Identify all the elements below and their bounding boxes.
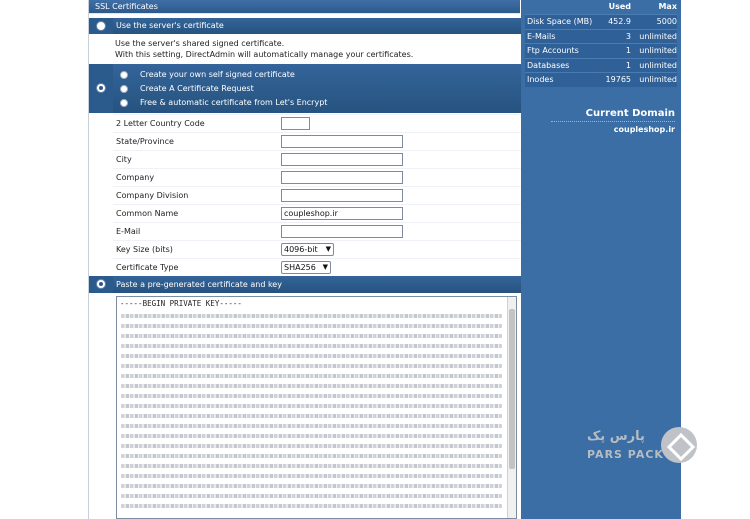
key-size-label: Key Size (bits) <box>116 245 173 254</box>
cert-request-option[interactable]: Create A Certificate Request <box>116 81 521 95</box>
country-row: 2 Letter Country Code <box>113 114 521 132</box>
usage-header: Used Max <box>525 0 677 14</box>
radio-cell <box>89 64 113 113</box>
state-input[interactable] <box>281 135 403 148</box>
server-cert-radio[interactable] <box>96 21 106 31</box>
radio-cell <box>89 276 113 293</box>
max-header: Max <box>658 2 677 11</box>
usage-row: E-Mails 3 unlimited <box>525 28 677 43</box>
company-row: Company <box>113 168 521 186</box>
common-name-input[interactable]: coupleshop.ir <box>281 207 403 220</box>
usage-row: Databases 1 unlimited <box>525 57 677 72</box>
textarea-first-line: -----BEGIN PRIVATE KEY----- <box>120 299 242 308</box>
server-cert-desc-1: Use the server's shared signed certifica… <box>115 39 285 48</box>
current-domain-title: Current Domain <box>585 108 675 119</box>
certificate-textarea[interactable]: -----BEGIN PRIVATE KEY----- <box>116 296 517 519</box>
create-group-radio[interactable] <box>96 83 106 93</box>
division-label: Company Division <box>116 191 189 200</box>
watermark-fa: پارس پک <box>587 429 645 444</box>
server-cert-label: Use the server's certificate <box>113 18 521 34</box>
division-input[interactable] <box>281 189 403 202</box>
self-signed-radio[interactable] <box>120 71 128 79</box>
scroll-thumb[interactable] <box>509 309 515 469</box>
used-header: Used <box>608 2 631 11</box>
division-row: Company Division <box>113 186 521 204</box>
lets-encrypt-radio[interactable] <box>120 99 128 107</box>
option-server-certificate: Use the server's certificate Use the ser… <box>89 15 521 63</box>
country-input[interactable] <box>281 117 310 130</box>
usage-row: Inodes 19765 unlimited <box>525 72 677 87</box>
common-name-row: Common Name coupleshop.ir <box>113 204 521 222</box>
usage-table: Used Max Disk Space (MB) 452.9 5000 E-Mail… <box>525 0 677 87</box>
key-size-value: 4096-bit <box>284 245 318 254</box>
current-domain-value[interactable]: coupleshop.ir <box>614 125 675 134</box>
common-name-label: Common Name <box>116 209 179 218</box>
cert-type-label: Certificate Type <box>116 263 179 272</box>
email-row: E-Mail <box>113 222 521 240</box>
key-size-row: Key Size (bits) 4096-bit ▼ <box>113 240 521 258</box>
city-input[interactable] <box>281 153 403 166</box>
country-label: 2 Letter Country Code <box>116 119 205 128</box>
self-signed-option[interactable]: Create your own self signed certificate <box>116 67 521 81</box>
section-title: SSL Certificates <box>89 0 520 14</box>
textarea-scrollbar[interactable] <box>507 297 516 518</box>
parspack-logo-icon <box>661 427 697 463</box>
chevron-down-icon: ▼ <box>322 263 328 271</box>
cert-type-value: SHA256 <box>284 263 316 272</box>
cert-request-label: Create A Certificate Request <box>140 83 254 93</box>
city-label: City <box>116 155 132 164</box>
key-size-select[interactable]: 4096-bit ▼ <box>281 243 334 256</box>
create-options: Create your own self signed certificate … <box>113 64 521 113</box>
self-signed-label: Create your own self signed certificate <box>140 69 295 79</box>
option-create-group: Create your own self signed certificate … <box>89 64 521 113</box>
lets-encrypt-option[interactable]: Free & automatic certificate from Let's … <box>116 95 521 109</box>
paste-radio[interactable] <box>96 279 106 289</box>
usage-row: Ftp Accounts 1 unlimited <box>525 43 677 58</box>
lets-encrypt-label: Free & automatic certificate from Let's … <box>140 97 328 107</box>
server-cert-desc-2: With this setting, DirectAdmin will auto… <box>115 50 414 59</box>
paste-label: Paste a pre-generated certificate and ke… <box>113 276 521 293</box>
state-row: State/Province <box>113 132 521 150</box>
email-label: E-Mail <box>116 227 141 236</box>
watermark-en: PARS PACK <box>587 448 664 461</box>
company-input[interactable] <box>281 171 403 184</box>
city-row: City <box>113 150 521 168</box>
company-label: Company <box>116 173 155 182</box>
cert-type-select[interactable]: SHA256 ▼ <box>281 261 331 274</box>
option-paste: Paste a pre-generated certificate and ke… <box>89 276 521 293</box>
email-input[interactable] <box>281 225 403 238</box>
parspack-watermark: پارس پک PARS PACK <box>583 427 703 467</box>
usage-row: Disk Space (MB) 452.9 5000 <box>525 14 677 29</box>
state-label: State/Province <box>116 137 174 146</box>
cert-request-radio[interactable] <box>120 85 128 93</box>
cert-type-row: Certificate Type SHA256 ▼ <box>113 258 521 276</box>
chevron-down-icon: ▼ <box>325 245 331 253</box>
divider <box>551 121 675 122</box>
radio-cell <box>89 18 113 34</box>
